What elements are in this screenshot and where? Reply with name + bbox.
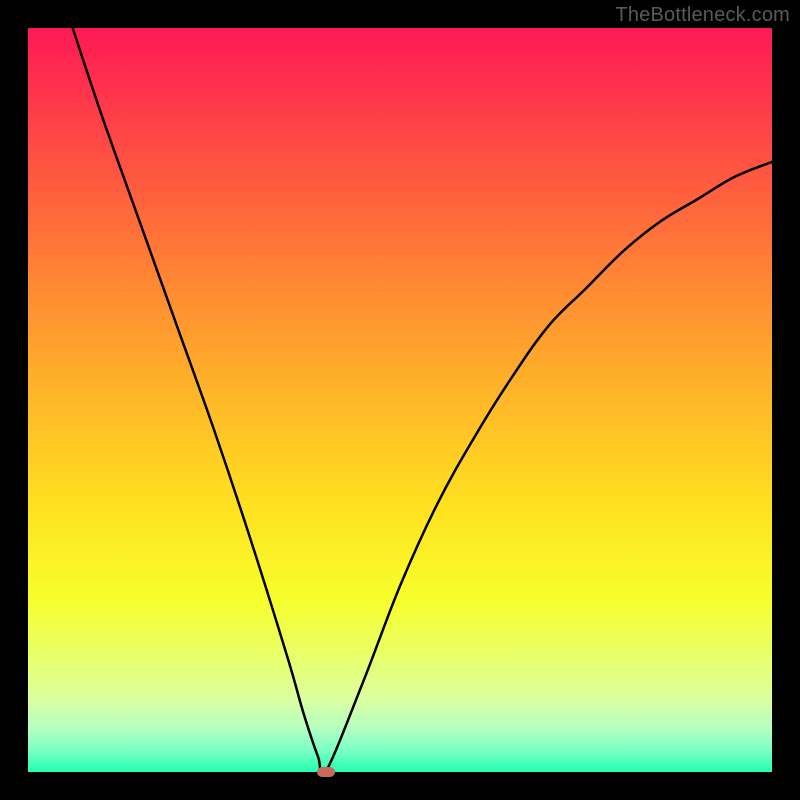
- bottleneck-curve: [28, 28, 772, 772]
- chart-frame: TheBottleneck.com: [0, 0, 800, 800]
- watermark-text: TheBottleneck.com: [615, 4, 790, 27]
- optimum-marker: [317, 767, 335, 777]
- plot-area: [28, 28, 772, 772]
